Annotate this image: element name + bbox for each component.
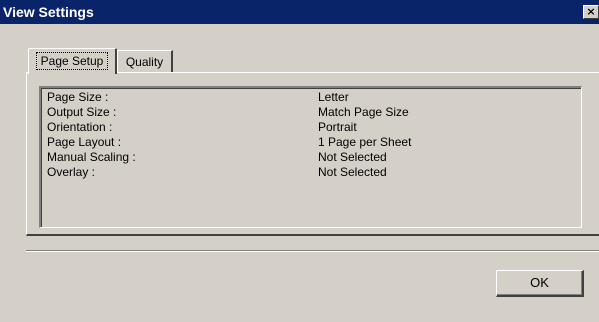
setting-value: Not Selected [318, 150, 387, 164]
setting-label: Output Size : [47, 105, 117, 119]
setting-value: Letter [318, 90, 349, 104]
setting-label: Overlay : [47, 165, 96, 179]
settings-summary-inner: Page Size : Letter Output Size : Match P… [41, 88, 581, 227]
tab-page-setup-label: Page Setup [35, 52, 109, 70]
setting-row-orientation: Orientation : Portrait [42, 120, 581, 135]
tab-quality[interactable]: Quality [117, 50, 173, 72]
setting-value: Not Selected [318, 165, 387, 179]
ok-button-bevel [497, 271, 582, 295]
close-icon: × [586, 5, 596, 18]
settings-summary-box: Page Size : Letter Output Size : Match P… [39, 86, 582, 228]
setting-row-page-layout: Page Layout : 1 Page per Sheet [42, 135, 581, 150]
setting-label: Manual Scaling : [47, 150, 136, 164]
setting-row-manual-scaling: Manual Scaling : Not Selected [42, 150, 581, 165]
window-title: View Settings [3, 4, 94, 20]
setting-value: Match Page Size [318, 105, 409, 119]
setting-value: 1 Page per Sheet [318, 135, 412, 149]
setting-label: Page Size : [47, 90, 109, 104]
close-button[interactable]: × [583, 5, 599, 19]
title-bar[interactable]: View Settings × [0, 0, 599, 24]
view-settings-dialog: View Settings × Page Setup Quality Page … [0, 0, 599, 322]
setting-label: Page Layout : [47, 135, 122, 149]
setting-value: Portrait [318, 120, 357, 134]
setting-row-output-size: Output Size : Match Page Size [42, 105, 581, 120]
tab-page-setup[interactable]: Page Setup [28, 48, 117, 74]
tab-quality-label: Quality [125, 55, 164, 69]
setting-label: Orientation : [47, 120, 113, 134]
setting-row-overlay: Overlay : Not Selected [42, 165, 581, 180]
setting-row-page-size: Page Size : Letter [42, 90, 581, 105]
separator-line [26, 250, 599, 252]
ok-button[interactable]: OK [496, 270, 584, 297]
